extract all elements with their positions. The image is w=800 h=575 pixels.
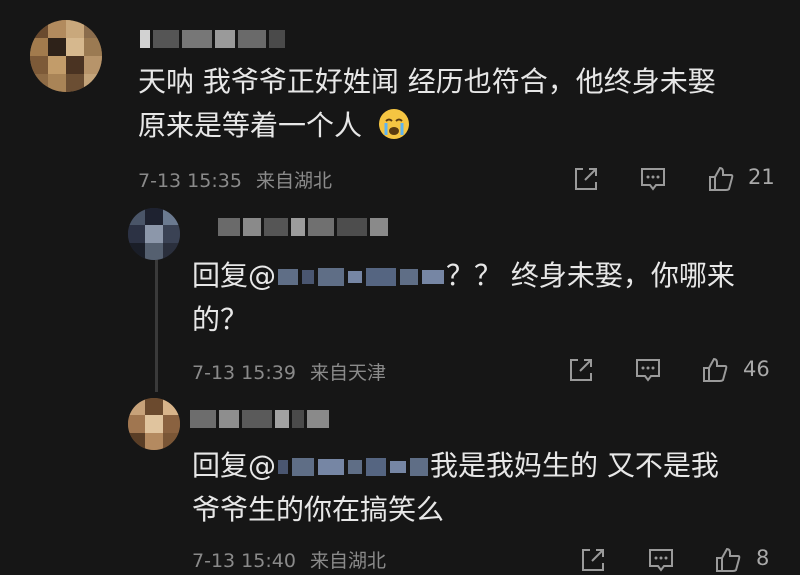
username-blurred[interactable]: [190, 408, 329, 430]
comment-text-line: 爷爷生的你在搞笑么: [192, 493, 445, 526]
reply-prefix: 回复@: [192, 259, 277, 292]
comment-text-line: 回复@ ？？ 终身未娶，你哪来: [192, 254, 772, 298]
avatar[interactable]: [128, 208, 180, 260]
comment-meta: 7-13 15:39 来自天津: [192, 358, 386, 385]
thumbs-up-icon[interactable]: [700, 355, 730, 385]
timestamp: 7-13 15:39: [192, 362, 296, 384]
comment-text-line: 原来是等着一个人: [138, 104, 778, 148]
comment-icon[interactable]: [638, 164, 668, 194]
username-blurred[interactable]: [140, 28, 285, 50]
location: 来自湖北: [309, 550, 386, 572]
mention-blurred[interactable]: [278, 458, 429, 476]
reply-prefix: 回复@: [192, 449, 277, 482]
timestamp: 7-13 15:40: [192, 550, 296, 572]
timestamp: 7-13 15:35: [138, 170, 242, 192]
reply-thread-line: [155, 246, 158, 392]
username-blurred[interactable]: [218, 216, 388, 238]
share-icon[interactable]: [566, 355, 596, 385]
avatar[interactable]: [30, 20, 102, 92]
crying-face-emoji-icon: [378, 109, 409, 139]
comment-text-line: 回复@ 我是我妈生的 又不是我: [192, 444, 782, 488]
like-count: 46: [743, 357, 770, 381]
location: 来自天津: [309, 362, 386, 384]
comment-text: 回复@ 我是我妈生的 又不是我 爷爷生的你在搞笑么: [192, 444, 782, 532]
like-count: 8: [756, 546, 770, 570]
comment-icon[interactable]: [646, 545, 676, 575]
share-icon[interactable]: [571, 164, 601, 194]
thumbs-up-icon[interactable]: [706, 164, 736, 194]
mention-blurred[interactable]: [278, 268, 445, 286]
location: 来自湖北: [255, 170, 332, 192]
comment-text: 天呐 我爷爷正好姓闻 经历也符合，他终身未娶 原来是等着一个人: [138, 60, 778, 148]
comment-text-line: 天呐 我爷爷正好姓闻 经历也符合，他终身未娶: [138, 65, 716, 98]
comment-text-segment: 原来是等着一个人: [138, 109, 363, 142]
thumbs-up-icon[interactable]: [713, 545, 743, 575]
share-icon[interactable]: [578, 545, 608, 575]
comment-meta: 7-13 15:40 来自湖北: [192, 546, 386, 573]
comment-meta: 7-13 15:35 来自湖北: [138, 166, 332, 193]
comment-text-line: 的？: [192, 303, 249, 336]
comment-text-segment: ？？ 终身未娶，你哪来: [446, 259, 735, 292]
avatar[interactable]: [128, 398, 180, 450]
like-count: 21: [748, 165, 775, 189]
comment-icon[interactable]: [633, 355, 663, 385]
comment-text: 回复@ ？？ 终身未娶，你哪来 的？: [192, 254, 772, 342]
comment-text-segment: 我是我妈生的 又不是我: [430, 449, 719, 482]
